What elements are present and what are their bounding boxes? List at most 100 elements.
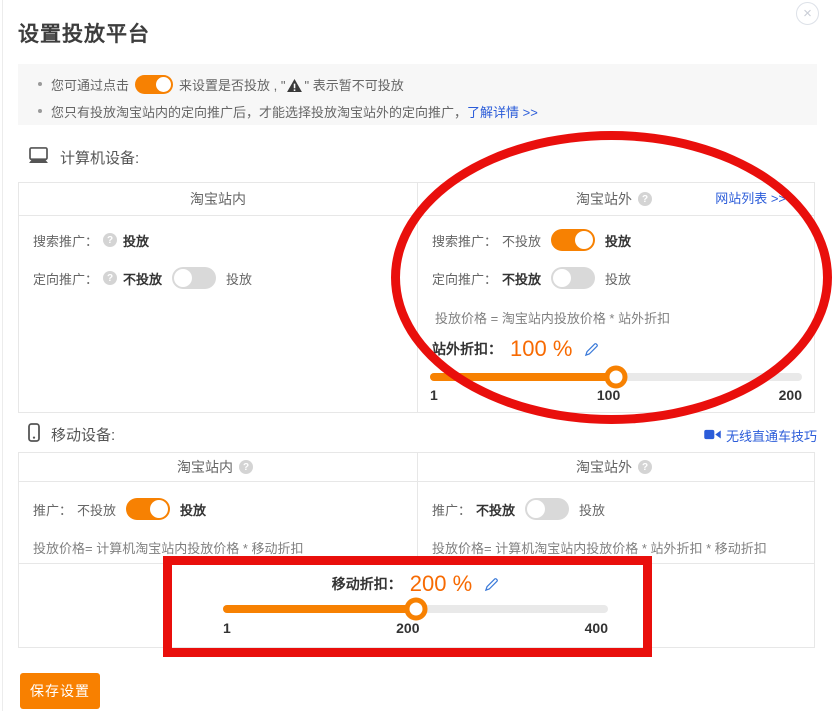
search-promo-offsite-toggle[interactable] [551, 229, 595, 251]
target-promo-row-offsite: 定向推广： 不投放 投放 [432, 267, 631, 289]
help-icon[interactable]: ? [638, 192, 652, 206]
discount-value: 200 % [410, 571, 472, 597]
discount-value: 100 % [510, 336, 572, 362]
slider-max-label: 400 [585, 620, 608, 636]
mobile-onsite-price-formula: 投放价格= 计算机淘宝站内投放价格 * 移动折扣 [33, 538, 304, 557]
wireless-tips-link[interactable]: 无线直通车技巧 [726, 426, 817, 445]
offsite-discount-slider[interactable] [430, 373, 802, 381]
wireless-tips: 无线直通车技巧 [704, 426, 817, 445]
mobile-discount-line: 移动折扣： 200 % [223, 570, 608, 598]
header-separator [19, 215, 814, 216]
row-label: 定向推广： [33, 269, 98, 288]
row-label: 定向推广： [432, 269, 497, 288]
column-title: 淘宝站内 [190, 189, 246, 209]
mobile-offsite-promo-row: 推广： 不投放 投放 [432, 498, 605, 520]
computer-onsite-header: 淘宝站内 [19, 183, 417, 215]
mobile-onsite-toggle[interactable] [126, 498, 170, 520]
on-option: 投放 [605, 269, 631, 288]
slider-current-label: 100 [597, 387, 620, 403]
computer-section-header: 计算机设备: [28, 147, 139, 168]
slider-handle[interactable] [605, 366, 628, 389]
toggle-knob [174, 269, 192, 287]
column-title: 淘宝站内 [177, 457, 233, 477]
slider-min-label: 1 [430, 387, 438, 403]
target-promo-row-onsite: 定向推广： ? 不投放 投放 [33, 267, 252, 289]
discount-label: 移动折扣： [332, 574, 402, 594]
edit-pencil-icon[interactable] [584, 342, 599, 357]
on-option: 投放 [180, 500, 206, 519]
notice-text: 您只有投放淘宝站内的定向推广后，才能选择投放淘宝站外的定向推广， [51, 102, 467, 121]
mobile-offsite-price-formula: 投放价格= 计算机淘宝站内投放价格 * 站外折扣 * 移动折扣 [432, 538, 767, 557]
row-label: 推广： [432, 500, 471, 519]
video-camera-icon [704, 427, 721, 445]
on-option: 投放 [579, 500, 605, 519]
row-label: 推广： [33, 500, 72, 519]
notice-line-2: 您只有投放淘宝站内的定向推广后，才能选择投放淘宝站外的定向推广， 了解详情 >> [36, 101, 807, 121]
row-label: 搜索推广： [33, 231, 98, 250]
computer-icon [28, 147, 49, 168]
mobile-section-label: 移动设备: [51, 424, 115, 445]
off-option: 不投放 [502, 269, 541, 288]
target-promo-offsite-toggle[interactable] [551, 267, 595, 289]
mobile-discount-slider[interactable] [223, 605, 608, 613]
save-settings-button[interactable]: 保存设置 [20, 673, 100, 709]
edit-pencil-icon[interactable] [484, 577, 499, 592]
example-toggle [135, 75, 173, 94]
warning-icon [287, 79, 302, 92]
notice-text: 来设置是否投放 , " [179, 75, 285, 94]
learn-more-link[interactable]: 了解详情 >> [467, 102, 538, 121]
mobile-offsite-header: 淘宝站外 ? [418, 453, 816, 481]
on-option: 投放 [605, 231, 631, 250]
bullet-dot [38, 82, 42, 86]
toggle-knob [553, 269, 571, 287]
mobile-onsite-header: 淘宝站内 ? [19, 453, 417, 481]
help-icon[interactable]: ? [103, 271, 117, 285]
slider-handle[interactable] [404, 598, 427, 621]
page-title: 设置投放平台 [18, 18, 150, 48]
slider-row-separator [19, 563, 814, 564]
search-promo-row-offsite: 搜索推广： 不投放 投放 [432, 229, 631, 251]
status-value: 投放 [123, 231, 149, 250]
off-option: 不投放 [476, 500, 515, 519]
help-icon[interactable]: ? [638, 460, 652, 474]
site-list-link[interactable]: 网站列表 >> [715, 183, 786, 215]
notice-box: 您可通过点击 来设置是否投放 , " " 表示暂不可投放 您只有投放淘宝站内的定… [18, 64, 817, 125]
notice-text: " 表示暂不可投放 [304, 75, 403, 94]
slider-max-label: 200 [779, 387, 802, 403]
search-promo-row-onsite: 搜索推广： ? 投放 [33, 229, 149, 251]
computer-panel: 淘宝站内 淘宝站外 ? 网站列表 >> 搜索推广： ? 投放 定向推广： ? 不… [18, 182, 815, 413]
mobile-onsite-promo-row: 推广： 不投放 投放 [33, 498, 206, 520]
mobile-panel: 淘宝站内 ? 淘宝站外 ? 推广： 不投放 投放 推广： 不投放 投放 投放价格… [18, 452, 815, 648]
notice-line-1: 您可通过点击 来设置是否投放 , " " 表示暂不可投放 [36, 74, 807, 94]
header-separator [19, 481, 814, 482]
set-platform-dialog: × 设置投放平台 您可通过点击 来设置是否投放 , " " 表示暂不可投放 您只… [0, 0, 835, 711]
slider-current-label: 200 [396, 620, 419, 636]
dialog-left-border [2, 0, 3, 711]
offsite-slider-labels: 1 100 200 [430, 387, 802, 403]
target-promo-onsite-toggle[interactable] [172, 267, 216, 289]
row-label: 搜索推广： [432, 231, 497, 250]
computer-section-label: 计算机设备: [60, 147, 139, 168]
on-option: 投放 [226, 269, 252, 288]
column-title: 淘宝站外 [576, 457, 632, 477]
column-divider [417, 183, 418, 412]
toggle-knob [575, 231, 593, 249]
mobile-slider-labels: 1 200 400 [223, 620, 608, 636]
slider-fill [223, 605, 416, 613]
toggle-knob [156, 77, 171, 92]
offsite-discount-line: 站外折扣： 100 % [432, 335, 599, 363]
help-icon[interactable]: ? [239, 460, 253, 474]
off-option: 不投放 [123, 269, 162, 288]
notice-text: 您可通过点击 [51, 75, 129, 94]
phone-icon [28, 423, 40, 446]
off-option: 不投放 [502, 231, 541, 250]
offsite-price-formula: 投放价格 = 淘宝站内投放价格 * 站外折扣 [435, 308, 670, 327]
help-icon[interactable]: ? [103, 233, 117, 247]
column-title: 淘宝站外 [576, 189, 632, 209]
mobile-offsite-toggle[interactable] [525, 498, 569, 520]
mobile-section-header: 移动设备: [28, 423, 115, 446]
bullet-dot [38, 109, 42, 113]
discount-label: 站外折扣： [432, 339, 502, 359]
off-option: 不投放 [77, 500, 116, 519]
close-icon[interactable]: × [796, 2, 819, 25]
